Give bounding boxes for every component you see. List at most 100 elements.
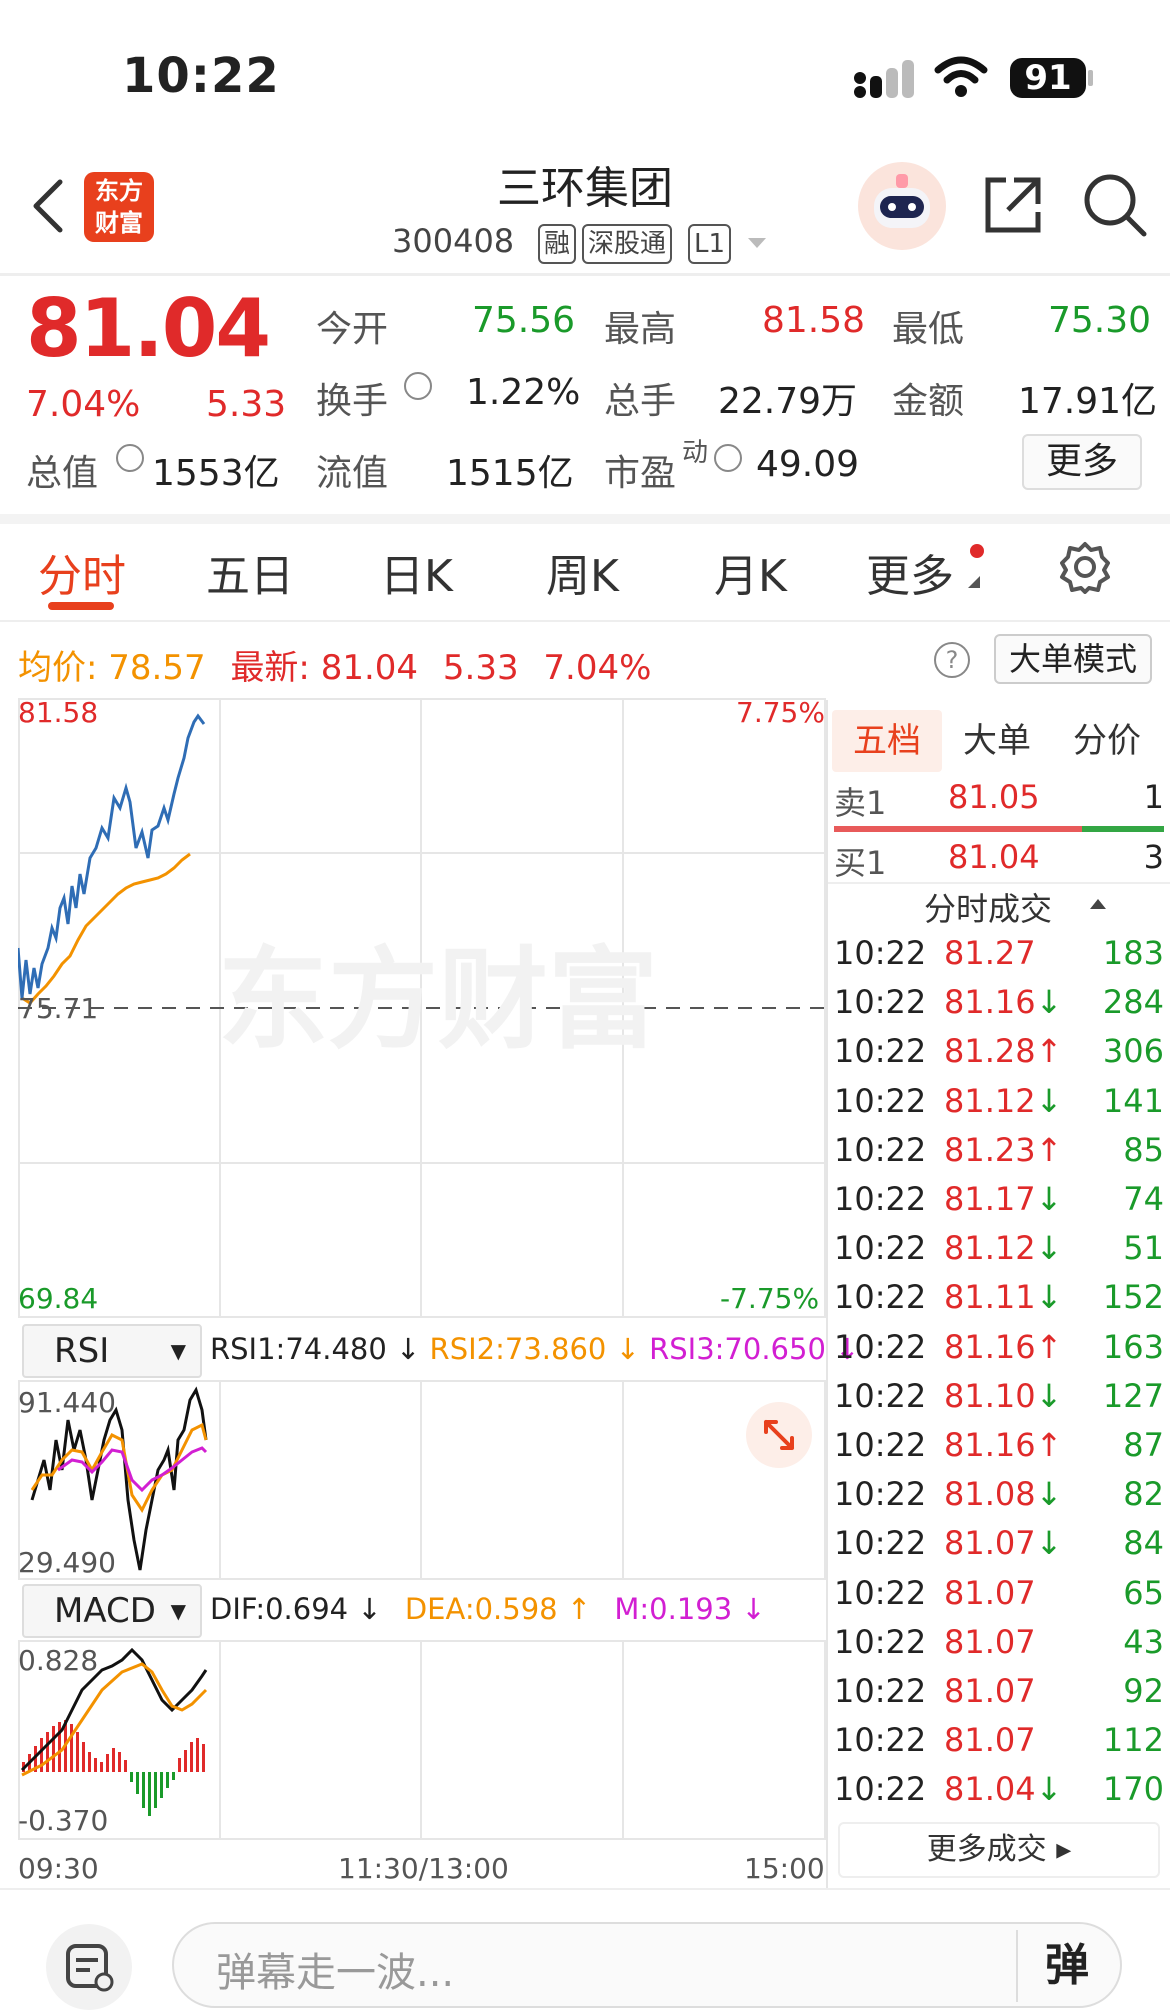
rsi3-line: [57, 1446, 208, 1493]
chart-watermark: 东方财富: [218, 936, 658, 1064]
trade-price: 81.16↓: [944, 983, 1063, 1022]
float-cap-label: 流值: [316, 453, 389, 494]
status-time: 10:22: [122, 48, 280, 104]
high-label: 最高: [604, 309, 677, 350]
trade-volume: 92: [1123, 1672, 1164, 1710]
tab-five-day[interactable]: 五日: [206, 540, 294, 604]
share-icon[interactable]: [980, 172, 1046, 238]
macd-histogram-bar: [190, 1742, 193, 1772]
avg-price-line: [21, 852, 191, 1005]
settings-gear-icon[interactable]: [1058, 540, 1112, 594]
turnover-value: 1.22%: [466, 372, 581, 413]
search-icon[interactable]: [1082, 172, 1148, 238]
buy1-label: 买1: [834, 844, 887, 882]
pe-dynamic-sup: 动: [682, 438, 709, 468]
rsi-chart[interactable]: [18, 1380, 826, 1580]
tab-weekly-k[interactable]: 周K: [546, 540, 619, 604]
macd-dea-value: DEA:0.598 ↑: [404, 1592, 592, 1626]
trade-price: 81.07: [944, 1622, 1036, 1661]
dropdown-triangle-icon[interactable]: [746, 236, 768, 250]
ob-tab-price-distribution[interactable]: 分价: [1052, 710, 1162, 772]
selector-caret-icon: ▼: [170, 1599, 186, 1623]
trade-price: 81.07: [944, 1721, 1036, 1760]
macd-histogram-bar: [82, 1742, 85, 1772]
turnover-info-icon[interactable]: [404, 372, 432, 400]
tab-more[interactable]: 更多: [866, 540, 954, 604]
panel-divider: [826, 700, 828, 1888]
eastmoney-logo: 东方财富: [84, 172, 154, 242]
market-cap-value: 1553亿: [152, 453, 280, 494]
sort-up-icon[interactable]: [1090, 898, 1106, 910]
trade-price: 81.28↑: [944, 1032, 1063, 1071]
macd-histogram-bar: [70, 1724, 73, 1772]
buy1-volume: 3: [1143, 838, 1164, 876]
arrow-up-icon: ↑: [1035, 1032, 1063, 1071]
trade-row: 10:22 81.07 92: [834, 1672, 1164, 1721]
ob-tab-five-levels[interactable]: 五档: [832, 710, 942, 772]
macd-y-max: 0.828: [18, 1644, 99, 1677]
comment-board-button[interactable]: [46, 1924, 132, 2010]
intraday-info-line: 均价: 78.57 最新: 81.04 5.33 7.04%: [18, 640, 651, 689]
tab-monthly-k[interactable]: 月K: [714, 540, 787, 604]
trade-time: 10:22: [834, 934, 927, 972]
expand-chart-button[interactable]: [746, 1402, 812, 1468]
trade-time: 10:22: [834, 1130, 927, 1169]
trade-time: 10:22: [834, 1770, 927, 1809]
macd-histogram-bar: [130, 1772, 133, 1782]
expand-arrows-icon: [764, 1420, 794, 1450]
ob-tab-big-orders[interactable]: 大单: [942, 710, 1052, 772]
trade-volume: 51: [1123, 1229, 1164, 1268]
intraday-price-chart[interactable]: 东方财富: [18, 698, 826, 1318]
trade-price: 81.04↓: [944, 1770, 1063, 1809]
trade-time: 10:22: [834, 1081, 927, 1120]
pct-axis-max: 7.75%: [736, 696, 825, 729]
arrow-up-icon: ↑: [1035, 1327, 1063, 1366]
macd-histogram-bar: [142, 1772, 145, 1808]
trade-time: 10:22: [834, 1573, 927, 1612]
help-icon[interactable]: ?: [934, 642, 970, 678]
macd-chart[interactable]: [18, 1640, 826, 1840]
tab-active-indicator: [48, 602, 114, 610]
trade-row: 10:22 81.10↓ 127: [834, 1377, 1164, 1426]
trade-time: 10:22: [834, 1721, 927, 1760]
arrow-down-icon: ↓: [1035, 1524, 1063, 1563]
trade-row: 10:22 81.16↓ 284: [834, 983, 1164, 1032]
trade-volume: 65: [1123, 1573, 1164, 1612]
trade-price: 81.10↓: [944, 1376, 1063, 1415]
logo-text: 东方财富: [95, 177, 143, 237]
change-percent: 7.04%: [26, 384, 141, 425]
low-value: 75.30: [1048, 300, 1152, 341]
trade-price: 81.07: [944, 1573, 1036, 1612]
trade-row: 10:22 81.07 43: [834, 1623, 1164, 1672]
trade-row: 10:22 81.07 65: [834, 1574, 1164, 1623]
trade-price: 81.07: [944, 1672, 1036, 1710]
back-chevron-icon[interactable]: [28, 178, 68, 234]
arrow-down-icon: ↓: [1035, 1475, 1063, 1514]
trade-volume: 84: [1123, 1524, 1164, 1563]
macd-histogram-bar: [88, 1752, 91, 1772]
tab-intraday[interactable]: 分时: [38, 540, 126, 604]
danmu-input[interactable]: 弹幕走一波...: [216, 1940, 454, 1998]
tag-level1: L1: [688, 224, 732, 264]
tab-daily-k[interactable]: 日K: [380, 540, 453, 604]
robot-assistant-icon[interactable]: [856, 160, 948, 252]
stock-code: 300408: [392, 222, 515, 260]
time-axis-mid: 11:30/13:00: [338, 1852, 509, 1885]
big-order-mode-button[interactable]: 大单模式: [994, 634, 1152, 684]
trade-row: 10:22 81.12↓ 141: [834, 1082, 1164, 1131]
float-cap-value: 1515亿: [446, 453, 574, 494]
trade-time: 10:22: [834, 1327, 927, 1366]
more-trades-button[interactable]: 更多成交 ▸: [838, 1822, 1160, 1878]
market-cap-info-icon[interactable]: [116, 444, 144, 472]
rsi-indicator-selector[interactable]: RSI ▼: [22, 1324, 202, 1378]
trade-price: 81.08↓: [944, 1475, 1063, 1514]
trades-title[interactable]: 分时成交: [924, 884, 1052, 930]
danmu-toggle-button[interactable]: 弹: [1016, 1930, 1116, 2002]
more-quote-button[interactable]: 更多: [1022, 434, 1142, 490]
macd-indicator-selector[interactable]: MACD ▼: [22, 1584, 202, 1638]
tag-shenzhen-connect: 深股通: [582, 224, 673, 264]
trade-time: 10:22: [834, 1376, 927, 1415]
pe-info-icon[interactable]: [714, 444, 742, 472]
bottom-divider: [0, 1888, 1170, 1890]
sell-ratio-fill: [834, 826, 1082, 832]
